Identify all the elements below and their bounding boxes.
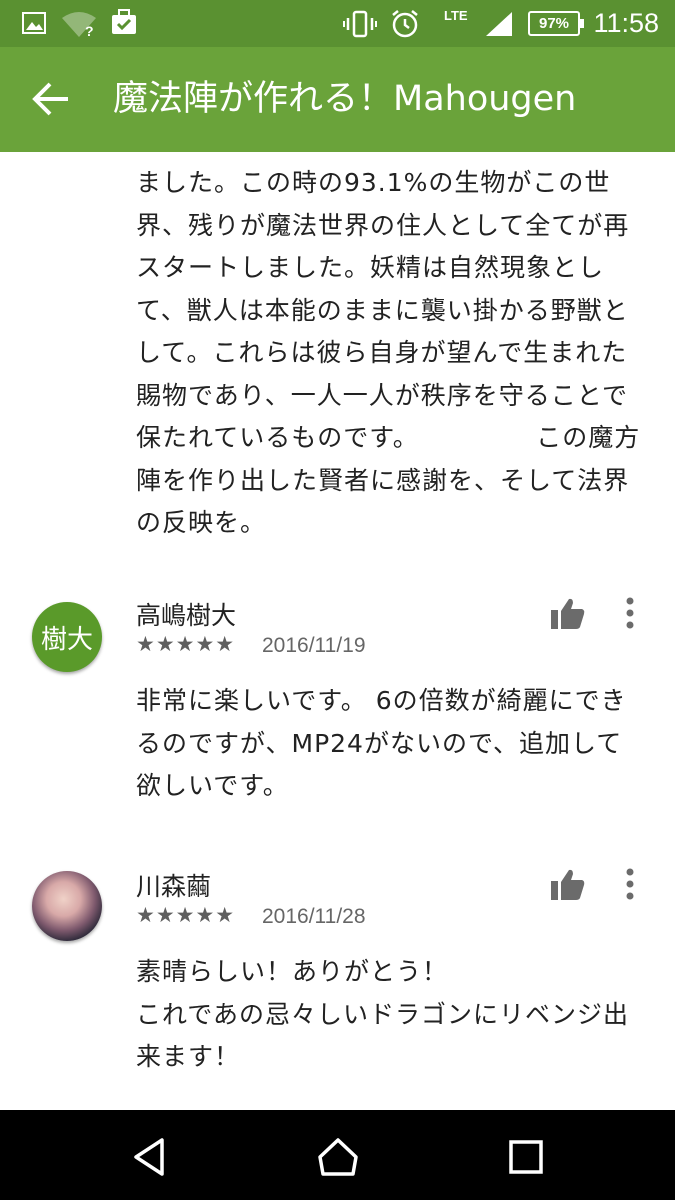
reviewer-name: 川森繭 bbox=[136, 872, 212, 901]
battery-icon: 97% bbox=[528, 11, 584, 36]
review-text: 非常に楽しいです。 6の倍数が綺麗にできるのですが、MP24がないので、追加して… bbox=[136, 686, 627, 800]
review-text-continued: ました。この時の93.1%の生物がこの世界、残りが魔法世界の住人として全てが再ス… bbox=[136, 168, 641, 537]
svg-text:?: ? bbox=[85, 23, 94, 38]
arrow-left-icon[interactable] bbox=[30, 79, 74, 119]
alarm-icon bbox=[392, 10, 418, 38]
back-triangle-icon[interactable] bbox=[128, 1135, 172, 1179]
thumbs-up-icon[interactable] bbox=[550, 867, 586, 901]
star-rating: ★★★★★ bbox=[136, 903, 236, 927]
review-list[interactable]: ました。この時の93.1%の生物がこの世界、残りが魔法世界の住人として全てが再ス… bbox=[0, 152, 675, 1110]
avatar-initials: 樹大 bbox=[40, 624, 93, 655]
avatar[interactable] bbox=[32, 871, 102, 941]
vibrate-icon bbox=[343, 10, 377, 38]
briefcase-check-icon bbox=[112, 9, 136, 34]
star-rating: ★★★★★ bbox=[136, 632, 236, 656]
battery-level: 97% bbox=[538, 15, 570, 32]
signal-icon bbox=[486, 12, 512, 36]
clock: 11:58 bbox=[593, 8, 659, 38]
thumbs-up-icon[interactable] bbox=[550, 596, 586, 630]
page-title: 魔法陣が作れる！Mahougen bbox=[113, 79, 577, 119]
home-icon[interactable] bbox=[316, 1135, 360, 1179]
more-options-icon[interactable] bbox=[620, 596, 640, 630]
image-icon bbox=[22, 12, 46, 34]
review-date: 2016/11/28 bbox=[262, 905, 366, 928]
avatar[interactable]: 樹大 bbox=[32, 602, 102, 672]
review-text: 素晴らしい！ありがとう！ これであの忌々しいドラゴンにリベンジ出来ます！ bbox=[136, 957, 630, 1071]
recents-icon[interactable] bbox=[504, 1135, 548, 1179]
wifi-question-icon: ? bbox=[62, 12, 96, 38]
review-date: 2016/11/19 bbox=[262, 634, 366, 657]
status-bar: ? LTE 97% 11:58 bbox=[0, 0, 675, 47]
navigation-bar bbox=[0, 1110, 675, 1200]
more-options-icon[interactable] bbox=[620, 867, 640, 901]
app-bar: 魔法陣が作れる！Mahougen bbox=[0, 47, 675, 152]
lte-indicator: LTE bbox=[444, 8, 468, 23]
reviewer-name: 高嶋樹大 bbox=[136, 601, 237, 630]
